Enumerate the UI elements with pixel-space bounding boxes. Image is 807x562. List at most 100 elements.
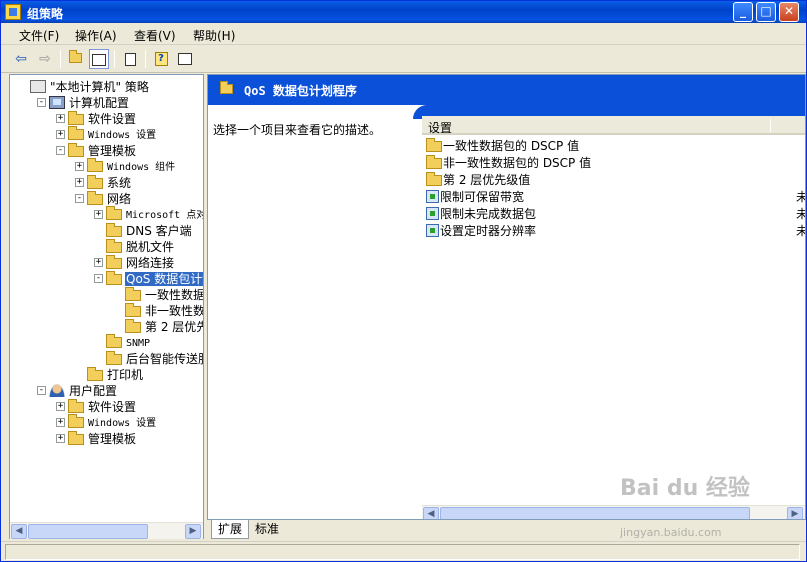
scroll-right-icon[interactable]: ▶ xyxy=(787,507,803,519)
tree-item[interactable]: DNS 客户端 xyxy=(106,223,193,239)
tab-extended[interactable]: 扩展 xyxy=(211,520,250,539)
tree-item[interactable]: - 用户配置 xyxy=(37,383,118,399)
setting-state: 未 xyxy=(796,189,805,206)
expand-icon[interactable]: + xyxy=(56,130,65,139)
list-item[interactable]: 非一致性数据包的 DSCP 值 xyxy=(426,155,591,172)
tree-item[interactable]: + 软件设置 xyxy=(56,111,137,127)
scroll-left-icon[interactable]: ◀ xyxy=(423,507,439,519)
tree-item-label: 脱机文件 xyxy=(126,240,175,254)
export-list-icon[interactable] xyxy=(120,49,140,69)
properties-icon[interactable] xyxy=(175,49,195,69)
list-item-label: 限制未完成数据包 xyxy=(440,207,537,221)
expand-icon[interactable]: + xyxy=(94,258,103,267)
scroll-thumb[interactable] xyxy=(28,524,148,539)
expand-icon[interactable]: + xyxy=(56,434,65,443)
folder-icon xyxy=(68,414,84,428)
tree-item-label: 非一致性数据包 xyxy=(145,304,203,318)
list-item[interactable]: 限制未完成数据包 xyxy=(426,206,536,223)
title-bar[interactable]: 组策略 _ □ ✕ xyxy=(1,1,806,23)
scroll-thumb[interactable] xyxy=(440,507,750,519)
folder-icon xyxy=(106,255,122,269)
column-header-setting[interactable]: 设置 xyxy=(422,116,805,135)
folder-icon xyxy=(106,271,122,285)
tab-standard[interactable]: 标准 xyxy=(249,520,285,539)
up-folder-icon[interactable] xyxy=(65,49,85,69)
expand-icon[interactable]: + xyxy=(94,210,103,219)
tree-item[interactable]: + Windows 组件 xyxy=(75,158,176,175)
list-item[interactable]: 第 2 层优先级值 xyxy=(426,172,530,189)
tree-item-label: 第 2 层优先级 xyxy=(145,320,203,334)
tree-item[interactable]: "本地计算机" 策略 xyxy=(30,79,150,95)
menu-action[interactable]: 操作(A) xyxy=(75,27,117,44)
help-icon[interactable]: ? xyxy=(151,49,171,69)
tree-item[interactable]: + 管理模板 xyxy=(56,431,137,447)
folder-icon xyxy=(87,367,103,381)
menu-bar: 文件(F) 操作(A) 查看(V) 帮助(H) xyxy=(1,23,806,45)
tree-item[interactable]: + 系统 xyxy=(75,175,132,191)
scroll-left-icon[interactable]: ◀ xyxy=(11,524,27,539)
folder-icon xyxy=(426,138,442,152)
tree-horizontal-scrollbar[interactable]: ◀ ▶ xyxy=(10,522,203,539)
menu-help[interactable]: 帮助(H) xyxy=(193,27,235,44)
list-item-label: 非一致性数据包的 DSCP 值 xyxy=(443,156,592,170)
expand-icon[interactable]: + xyxy=(75,162,84,171)
tree-item-label: QoS 数据包计划程序 xyxy=(125,272,203,286)
menu-view[interactable]: 查看(V) xyxy=(134,27,176,44)
tree-item[interactable]: + Windows 设置 xyxy=(56,126,157,143)
collapse-icon[interactable]: - xyxy=(94,274,103,283)
settings-list: 设置 一致性数据包的 DSCP 值非一致性数据包的 DSCP 值第 2 层优先级… xyxy=(422,116,805,519)
policy-icon xyxy=(30,80,46,93)
forward-arrow-icon[interactable]: ⇨ xyxy=(35,49,55,69)
tree-item[interactable]: - QoS 数据包计划程序 xyxy=(94,271,203,287)
tree-item-label: 软件设置 xyxy=(88,112,137,126)
collapse-icon[interactable]: - xyxy=(37,98,46,107)
window-title: 组策略 xyxy=(27,7,64,21)
list-item[interactable]: 一致性数据包的 DSCP 值 xyxy=(426,138,579,155)
maximize-button[interactable]: □ xyxy=(756,2,776,22)
tree-item[interactable]: 脱机文件 xyxy=(106,239,175,255)
menu-file[interactable]: 文件(F) xyxy=(19,27,59,44)
back-arrow-icon[interactable]: ⇦ xyxy=(11,49,31,69)
close-button[interactable]: ✕ xyxy=(779,2,799,22)
tree-item-label: Microsoft 点对点 xyxy=(126,210,203,221)
tree-item[interactable]: 第 2 层优先级 xyxy=(125,319,203,335)
tree-pane: "本地计算机" 策略 - 计算机配置 + 软件设置 + Windows 设置 - 管理模板 + Wi… xyxy=(9,74,204,539)
tree-item[interactable]: 非一致性数据包 xyxy=(125,303,203,319)
watermark-url: jingyan.baidu.com xyxy=(620,526,722,539)
folder-icon xyxy=(68,399,84,413)
tree-item[interactable]: SNMP xyxy=(106,334,151,351)
tree-item[interactable]: - 管理模板 xyxy=(56,143,137,159)
minimize-button[interactable]: _ xyxy=(733,2,753,22)
setting-state: 未 xyxy=(796,223,805,240)
tree-item[interactable]: + 网络连接 xyxy=(94,255,175,271)
folder-icon xyxy=(68,143,84,157)
collapse-icon[interactable]: - xyxy=(37,386,46,395)
list-item-label: 限制可保留带宽 xyxy=(440,190,525,204)
folder-icon xyxy=(106,206,122,220)
expand-icon[interactable]: + xyxy=(75,178,84,187)
tree-item[interactable]: 一致性数据包 xyxy=(125,287,203,303)
tree-item[interactable]: 打印机 xyxy=(87,367,144,383)
list-item[interactable]: 限制可保留带宽 xyxy=(426,189,524,206)
detail-horizontal-scrollbar[interactable]: ◀ ▶ xyxy=(422,505,805,519)
scroll-right-icon[interactable]: ▶ xyxy=(185,524,201,539)
expand-icon[interactable]: + xyxy=(56,402,65,411)
tree-item[interactable]: - 网络 xyxy=(75,191,132,207)
folder-icon xyxy=(220,81,233,94)
collapse-icon[interactable]: - xyxy=(56,146,65,155)
list-item[interactable]: 设置定时器分辨率 xyxy=(426,223,536,240)
tree-item[interactable]: + Windows 设置 xyxy=(56,414,157,431)
expand-icon[interactable]: + xyxy=(56,418,65,427)
tree-item-label: 系统 xyxy=(107,176,132,190)
tree-item[interactable]: + 软件设置 xyxy=(56,399,137,415)
expand-icon[interactable]: + xyxy=(56,114,65,123)
show-hide-tree-icon[interactable] xyxy=(89,49,109,69)
folder-icon xyxy=(125,319,141,333)
tree-item[interactable]: + Microsoft 点对点 xyxy=(94,206,203,223)
collapse-icon[interactable]: - xyxy=(75,194,84,203)
folder-icon xyxy=(106,239,122,253)
tree-item-label: 一致性数据包 xyxy=(145,288,203,302)
tree-item[interactable]: 后台智能传送服务 xyxy=(106,351,203,367)
tree-item[interactable]: - 计算机配置 xyxy=(37,95,130,111)
list-item-label: 设置定时器分辨率 xyxy=(440,224,537,238)
